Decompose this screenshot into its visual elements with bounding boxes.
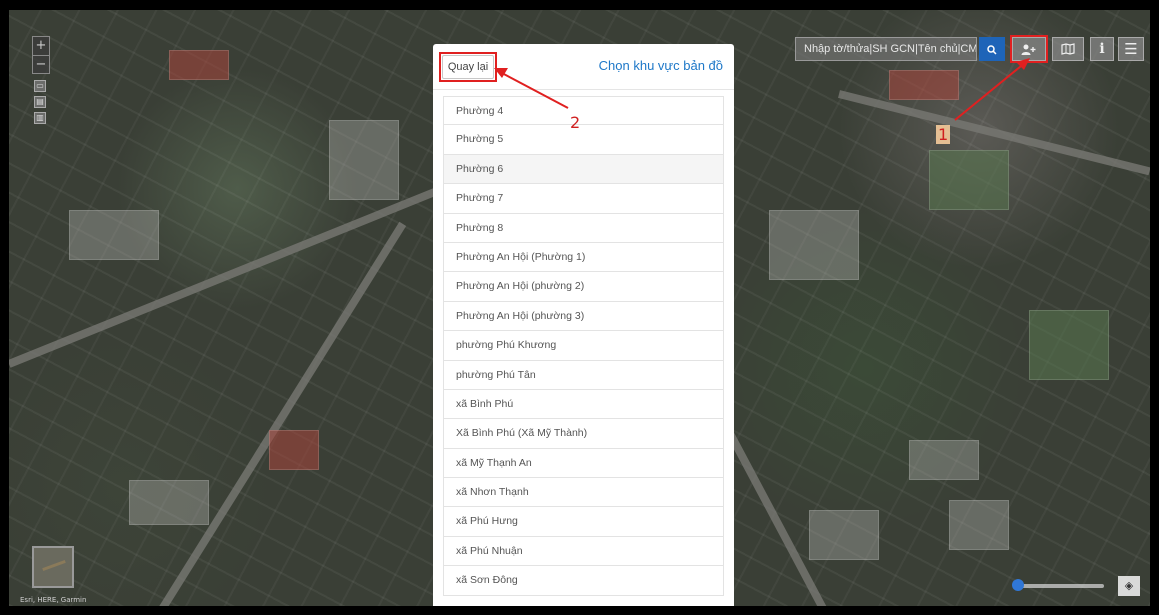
search-icon bbox=[987, 44, 997, 55]
annotation-label-1: 1 bbox=[936, 125, 951, 144]
area-list-item[interactable]: Phường 8 bbox=[443, 213, 724, 243]
area-list-item[interactable]: phường Phú Tân bbox=[443, 360, 724, 390]
area-list-item[interactable]: Phường 5 bbox=[443, 125, 724, 155]
zoom-in-button[interactable]: + bbox=[33, 37, 49, 55]
opacity-slider[interactable] bbox=[1018, 584, 1104, 588]
area-list-item[interactable]: Phường An Hội (phường 3) bbox=[443, 301, 724, 332]
map-tools: ▭ ▤ ▥ bbox=[34, 80, 48, 128]
highlight-box-back bbox=[439, 52, 497, 82]
info-button[interactable]: i bbox=[1090, 37, 1114, 61]
map-icon bbox=[1061, 42, 1075, 55]
area-list-item[interactable]: Phường An Hội (Phường 1) bbox=[443, 242, 724, 273]
area-list: Phường 4 Phường 5 Phường 6 Phường 7 Phường 8… bbox=[443, 96, 724, 596]
zoom-out-button[interactable]: − bbox=[33, 55, 49, 73]
layers-icon: ◈ bbox=[1124, 579, 1134, 592]
annotation-label-2: 2 bbox=[570, 113, 581, 132]
area-list-item[interactable]: xã Phú Hưng bbox=[443, 507, 724, 537]
overview-minimap[interactable] bbox=[32, 546, 74, 588]
slider-handle[interactable] bbox=[1012, 579, 1024, 591]
area-list-item[interactable]: Xã Bình Phú (Xã Mỹ Thành) bbox=[443, 419, 724, 449]
menu-button[interactable]: ☰ bbox=[1118, 37, 1144, 61]
panel-title: Chọn khu vực bản đồ bbox=[598, 58, 723, 73]
map-view-button[interactable] bbox=[1052, 37, 1084, 61]
map-attribution: Esri, HERE, Garmin bbox=[20, 596, 87, 604]
menu-icon: ☰ bbox=[1124, 40, 1138, 58]
area-list-item[interactable]: xã Nhơn Thạnh bbox=[443, 478, 724, 508]
area-list-item[interactable]: phường Phú Khương bbox=[443, 331, 724, 361]
area-list-item[interactable]: Phường 4 bbox=[443, 96, 724, 126]
area-list-item[interactable]: xã Mỹ Thạnh An bbox=[443, 448, 724, 479]
highlight-box-add-user bbox=[1010, 35, 1048, 63]
info-icon: i bbox=[1099, 41, 1105, 57]
area-list-item[interactable]: Phường An Hội (phường 2) bbox=[443, 272, 724, 302]
search-button[interactable] bbox=[979, 37, 1005, 61]
layers-button[interactable]: ◈ bbox=[1118, 576, 1140, 596]
area-selection-panel: Quay lại Chọn khu vực bản đồ Phường 4 Phư… bbox=[433, 44, 734, 606]
trash-icon[interactable]: ▥ bbox=[34, 112, 46, 124]
zoom-control: + − bbox=[32, 36, 50, 74]
area-list-item[interactable]: Phường 6 bbox=[443, 154, 724, 185]
search-input[interactable]: Nhập tờ/thửa|SH GCN|Tên chủ|CMND bbox=[795, 37, 977, 61]
print-icon[interactable]: ▤ bbox=[34, 96, 46, 108]
measure-icon[interactable]: ▭ bbox=[34, 80, 46, 92]
area-list-item[interactable]: xã Bình Phú bbox=[443, 389, 724, 420]
area-list-item[interactable]: Phường 7 bbox=[443, 184, 724, 214]
area-list-item[interactable]: xã Phú Nhuận bbox=[443, 536, 724, 567]
area-list-item[interactable]: xã Sơn Đông bbox=[443, 566, 724, 596]
